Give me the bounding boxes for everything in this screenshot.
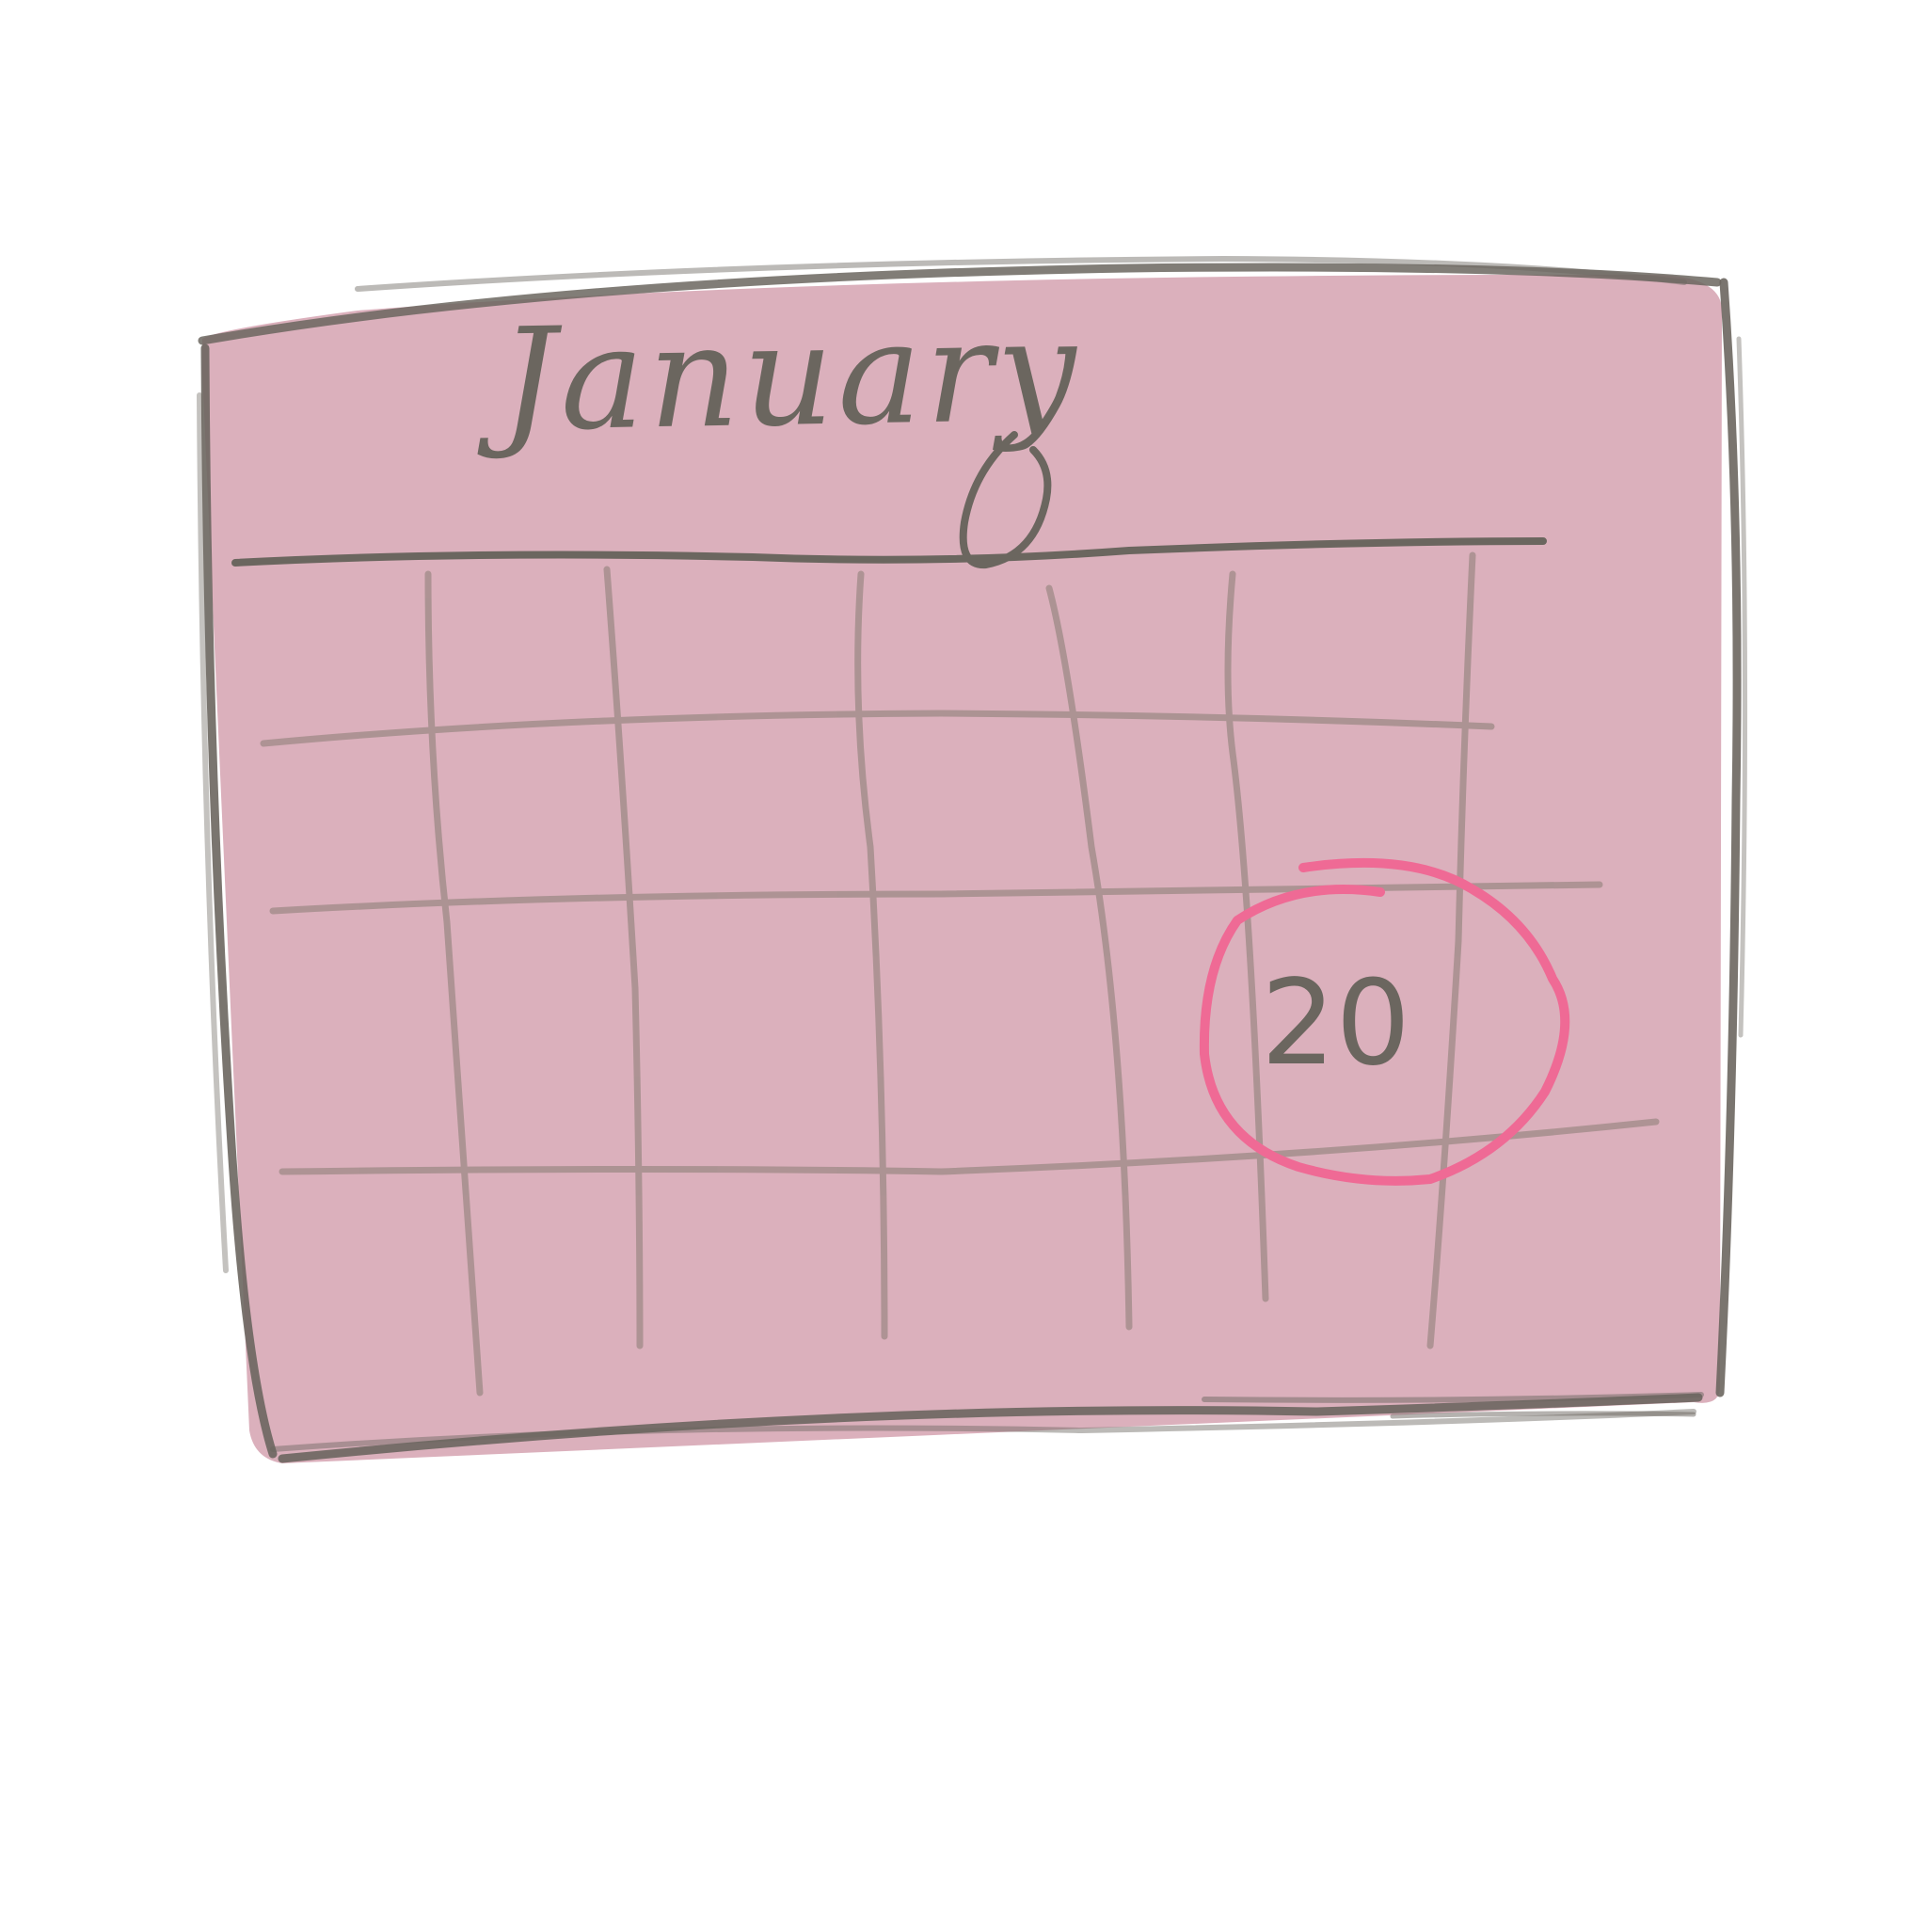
month-title: January (498, 289, 1082, 463)
calendar-drawing (197, 256, 1748, 1463)
highlighted-day-number: 20 (1261, 955, 1411, 1092)
calendar-illustration: January 20 (0, 0, 1927, 1927)
